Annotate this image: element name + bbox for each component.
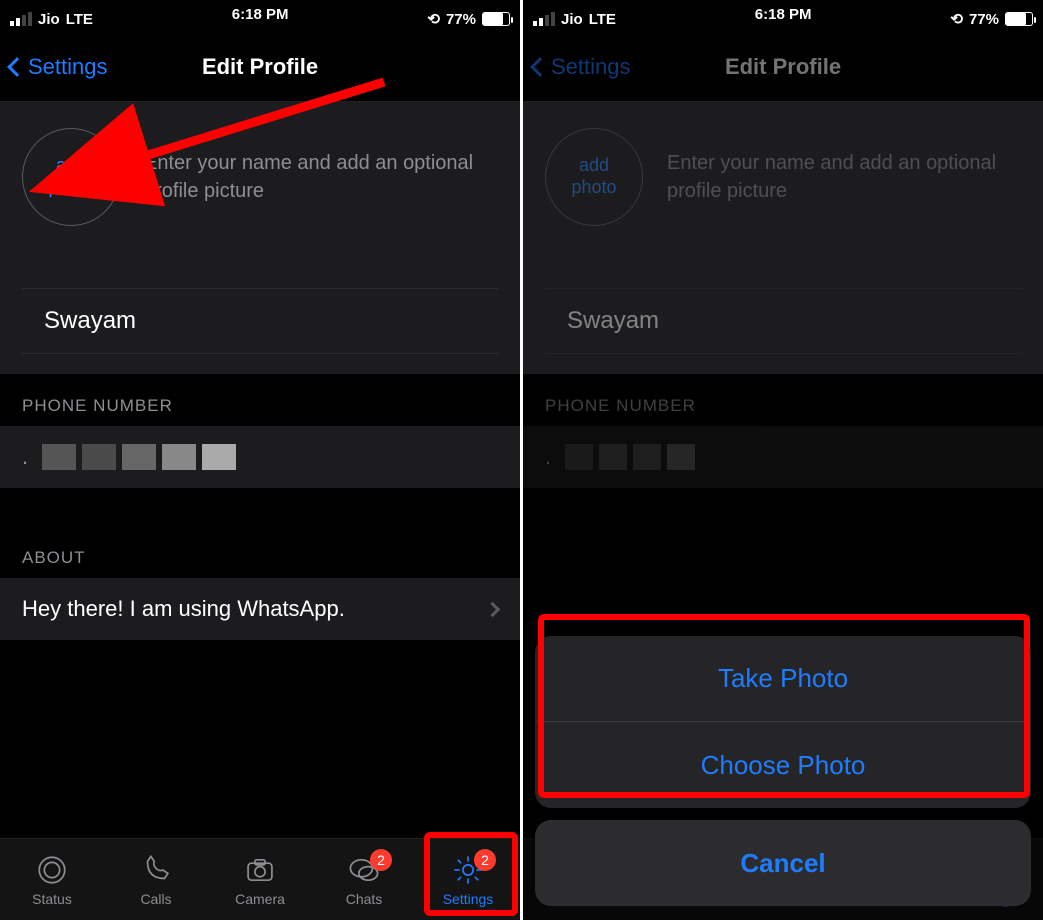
network-label: LTE — [589, 11, 616, 28]
page-title: Edit Profile — [725, 54, 841, 80]
phone-number-row[interactable]: . — [523, 426, 1043, 488]
phone-icon — [139, 853, 173, 887]
chevron-left-icon — [7, 57, 27, 77]
about-text: Hey there! I am using WhatsApp. — [22, 596, 345, 622]
settings-badge: 2 — [474, 849, 496, 871]
tab-camera-label: Camera — [235, 891, 285, 907]
network-label: LTE — [66, 11, 93, 28]
tab-calls[interactable]: Calls — [114, 853, 198, 907]
phone-number-row[interactable]: . — [0, 426, 520, 488]
phone-number-header: PHONE NUMBER — [0, 374, 520, 426]
status-bar: Jio LTE 6:18 PM ⟲ 77% — [0, 0, 520, 32]
tab-settings[interactable]: 2 Settings — [426, 853, 510, 907]
chevron-left-icon — [530, 57, 550, 77]
rotation-lock-icon: ⟲ — [427, 10, 440, 28]
back-label: Settings — [28, 54, 108, 80]
battery-pct-label: 77% — [969, 11, 999, 28]
back-label: Settings — [551, 54, 631, 80]
profile-section: add photo Enter your name and add an opt… — [523, 102, 1043, 374]
cancel-button[interactable]: Cancel — [535, 820, 1031, 906]
tab-status[interactable]: Status — [10, 853, 94, 907]
camera-icon — [243, 853, 277, 887]
tab-chats-label: Chats — [346, 891, 383, 907]
phone-number-header: PHONE NUMBER — [523, 374, 1043, 426]
add-photo-button[interactable]: add photo — [545, 128, 643, 226]
status-bar: Jio LTE 6:18 PM ⟲ 77% — [523, 0, 1043, 32]
tab-settings-label: Settings — [443, 891, 494, 907]
back-button[interactable]: Settings — [533, 54, 631, 80]
screenshot-right: Jio LTE 6:18 PM ⟲ 77% Settings Edit Prof… — [523, 0, 1043, 920]
tab-chats[interactable]: 2 Chats — [322, 853, 406, 907]
tab-status-label: Status — [32, 891, 72, 907]
name-field[interactable]: Swayam — [22, 288, 498, 354]
about-header: ABOUT — [0, 488, 520, 578]
rotation-lock-icon: ⟲ — [950, 10, 963, 28]
add-photo-button[interactable]: add photo — [22, 128, 120, 226]
choose-photo-button[interactable]: Choose Photo — [535, 722, 1031, 808]
name-field[interactable]: Swayam — [545, 288, 1021, 354]
take-photo-button[interactable]: Take Photo — [535, 636, 1031, 722]
profile-section: add photo Enter your name and add an opt… — [0, 102, 520, 374]
clock-label: 6:18 PM — [232, 6, 289, 32]
battery-icon — [482, 12, 510, 26]
about-row[interactable]: Hey there! I am using WhatsApp. — [0, 578, 520, 640]
battery-icon — [1005, 12, 1033, 26]
tab-bar: Status Calls Camera 2 Chats 2 Settings — [0, 838, 520, 920]
back-button[interactable]: Settings — [10, 54, 108, 80]
action-sheet: Take Photo Choose Photo Cancel — [523, 636, 1043, 920]
signal-bars-icon — [10, 12, 32, 26]
clock-label: 6:18 PM — [755, 6, 812, 32]
chats-badge: 2 — [370, 849, 392, 871]
phone-number-redacted: . — [22, 444, 236, 470]
phone-number-redacted: . — [545, 444, 695, 470]
carrier-label: Jio — [561, 11, 583, 28]
battery-pct-label: 77% — [446, 11, 476, 28]
carrier-label: Jio — [38, 11, 60, 28]
status-icon — [35, 853, 69, 887]
nav-bar: Settings Edit Profile — [523, 32, 1043, 102]
signal-bars-icon — [533, 12, 555, 26]
chevron-right-icon — [485, 601, 501, 617]
profile-hint: Enter your name and add an optional prof… — [144, 149, 498, 205]
tab-camera[interactable]: Camera — [218, 853, 302, 907]
page-title: Edit Profile — [202, 54, 318, 80]
profile-hint: Enter your name and add an optional prof… — [667, 149, 1021, 205]
tab-calls-label: Calls — [140, 891, 171, 907]
nav-bar: Settings Edit Profile — [0, 32, 520, 102]
screenshot-left: Jio LTE 6:18 PM ⟲ 77% Settings Edit Prof… — [0, 0, 520, 920]
